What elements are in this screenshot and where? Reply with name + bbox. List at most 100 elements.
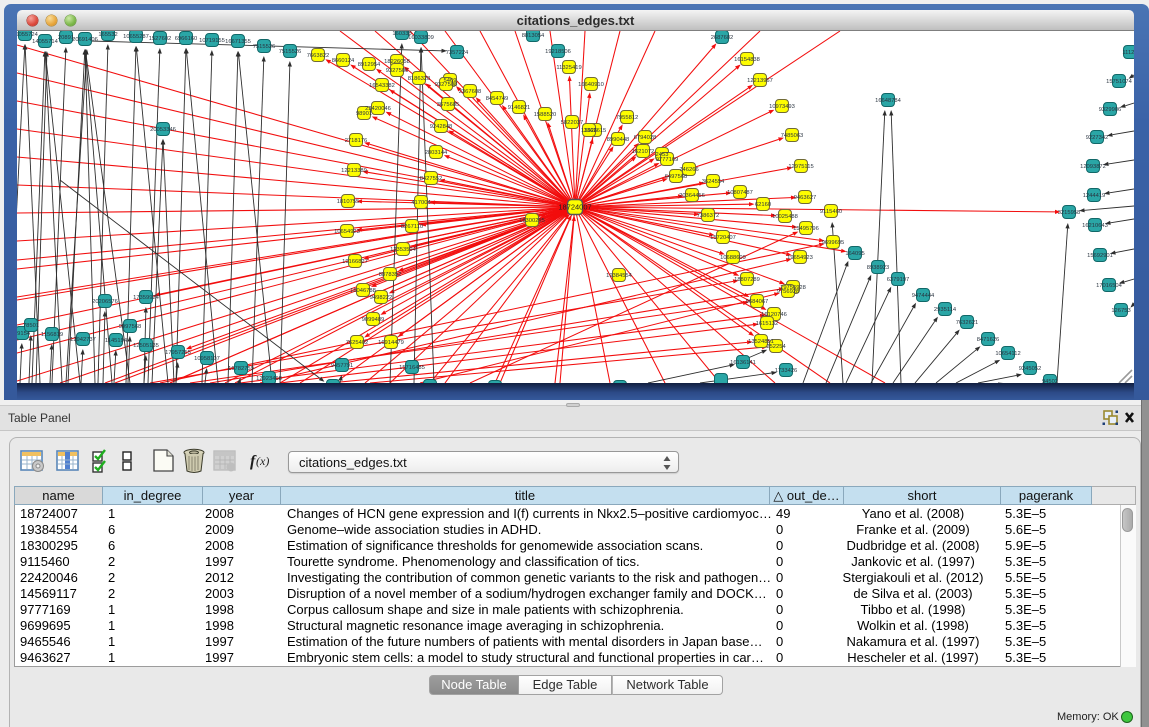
svg-text:126753: 126753: [1111, 308, 1130, 314]
svg-text:1244419: 1244419: [1083, 193, 1106, 199]
svg-text:1156819: 1156819: [41, 332, 63, 338]
svg-text:8813054: 8813054: [522, 33, 545, 39]
svg-text:1527602: 1527602: [149, 36, 172, 42]
svg-text:8427552: 8427552: [420, 176, 443, 182]
svg-text:19654923: 19654923: [787, 255, 813, 261]
svg-text:2803144: 2803144: [425, 150, 448, 156]
svg-text:16671355: 16671355: [225, 39, 251, 45]
svg-text:1615132: 1615132: [756, 321, 779, 327]
svg-text:16120746: 16120746: [761, 312, 787, 318]
svg-text:11123: 11123: [1122, 50, 1134, 56]
svg-text:12923468: 12923468: [256, 376, 282, 382]
svg-text:15495796: 15495796: [793, 226, 819, 232]
svg-text:165532: 165532: [98, 32, 117, 38]
svg-text:9146821: 9146821: [508, 105, 531, 111]
svg-text:18226058: 18226058: [384, 59, 410, 65]
svg-text:20206576: 20206576: [92, 299, 118, 305]
svg-text:8878352: 8878352: [379, 272, 402, 278]
svg-text:11325419: 11325419: [556, 65, 581, 71]
svg-text:20364456: 20364456: [679, 193, 705, 199]
svg-text:3215958: 3215958: [1058, 210, 1081, 216]
svg-text:12942737: 12942737: [70, 337, 96, 343]
svg-text:17359924: 17359924: [133, 295, 160, 301]
svg-text:6497568: 6497568: [665, 174, 688, 180]
svg-text:8454749: 8454749: [486, 96, 509, 102]
svg-text:8660124: 8660124: [332, 58, 355, 64]
svg-text:746266: 746266: [679, 167, 698, 173]
svg-text:10654112: 10654112: [995, 351, 1020, 357]
svg-text:15751074: 15751074: [1106, 79, 1133, 85]
svg-text:10973493: 10973493: [769, 104, 795, 110]
svg-text:8186328: 8186328: [408, 76, 431, 82]
svg-text:7515526: 7515526: [253, 44, 276, 50]
svg-text:9242848: 9242848: [430, 124, 453, 130]
svg-text:8938923: 8938923: [867, 265, 890, 271]
svg-text:16046788: 16046788: [350, 288, 376, 294]
svg-text:9329906: 9329906: [1099, 107, 1122, 113]
svg-text:16640910: 16640910: [578, 82, 604, 88]
svg-text:1621072: 1621072: [632, 149, 655, 155]
svg-text:7357224: 7357224: [446, 50, 469, 56]
svg-text:9457791: 9457791: [331, 363, 354, 369]
svg-text:164095: 164095: [845, 251, 864, 257]
svg-text:10719155: 10719155: [199, 38, 225, 44]
svg-text:78501: 78501: [23, 323, 39, 329]
svg-text:2367608: 2367608: [459, 89, 482, 95]
svg-text:9115460: 9115460: [820, 209, 842, 215]
svg-text:9997568: 9997568: [119, 324, 142, 330]
svg-text:16782759: 16782759: [228, 366, 254, 372]
svg-text:12505135: 12505135: [133, 343, 159, 349]
svg-text:10655287: 10655287: [123, 34, 149, 40]
svg-text:9099489: 9099489: [362, 317, 385, 323]
svg-text:8267110: 8267110: [401, 224, 423, 230]
svg-text:6794028: 6794028: [634, 135, 657, 141]
svg-text:13626: 13626: [581, 128, 597, 134]
svg-text:9498222: 9498222: [370, 295, 393, 301]
svg-text:12213389: 12213389: [341, 168, 367, 174]
svg-text:18300295: 18300295: [519, 218, 545, 224]
svg-text:12353594: 12353594: [390, 247, 417, 253]
svg-text:16154838: 16154838: [734, 57, 760, 63]
svg-text:39154: 39154: [17, 331, 31, 337]
svg-text:6966160: 6966160: [175, 36, 198, 42]
svg-text:18724007: 18724007: [558, 203, 591, 212]
svg-text:16210643: 16210643: [1082, 223, 1108, 229]
svg-text:16055724: 16055724: [17, 32, 39, 38]
svg-text:7663822: 7663822: [307, 53, 330, 59]
svg-text:1810755: 1810755: [337, 199, 360, 205]
svg-text:9245052: 9245052: [1019, 366, 1042, 372]
svg-text:17957255: 17957255: [165, 350, 191, 356]
svg-text:7515526: 7515526: [279, 49, 302, 55]
svg-text:19218506: 19218506: [545, 49, 571, 55]
svg-text:10025488: 10025488: [772, 214, 798, 220]
svg-text:7632621: 7632621: [956, 320, 979, 326]
svg-text:7386372: 7386372: [697, 213, 720, 219]
svg-text:20691406: 20691406: [72, 37, 98, 43]
svg-text:8990448: 8990448: [607, 137, 630, 143]
svg-text:10958107: 10958107: [194, 356, 220, 362]
svg-text:9474444: 9474444: [912, 293, 935, 299]
svg-text:1588520: 1588520: [534, 112, 557, 118]
svg-text:1145194: 1145194: [105, 338, 128, 344]
svg-text:9684067: 9684067: [746, 299, 769, 305]
svg-text:14055714: 14055714: [32, 39, 59, 45]
svg-text:1733426: 1733426: [775, 368, 798, 374]
svg-text:18807289: 18807289: [734, 277, 760, 283]
svg-text:98901: 98901: [356, 111, 372, 117]
svg-text:19166827: 19166827: [342, 259, 368, 265]
svg-text:9777169: 9777169: [656, 157, 679, 163]
svg-text:8471626: 8471626: [977, 337, 1000, 343]
svg-text:9756928: 9756928: [777, 289, 800, 295]
svg-text:10688609: 10688609: [720, 255, 746, 261]
svg-text:16033809: 16033809: [408, 35, 434, 41]
svg-text:15720407: 15720407: [710, 235, 736, 241]
svg-text:252254: 252254: [766, 344, 786, 350]
svg-text:17016504: 17016504: [1096, 283, 1123, 289]
svg-text:6379197: 6379197: [887, 277, 910, 283]
svg-text:(x): (x): [256, 454, 269, 468]
svg-text:16648784: 16648784: [875, 98, 902, 104]
svg-text:15716485: 15716485: [399, 365, 425, 371]
svg-text:3675685: 3675685: [437, 102, 460, 108]
svg-text:7485063: 7485063: [781, 133, 804, 139]
svg-text:9463627: 9463627: [794, 195, 817, 201]
